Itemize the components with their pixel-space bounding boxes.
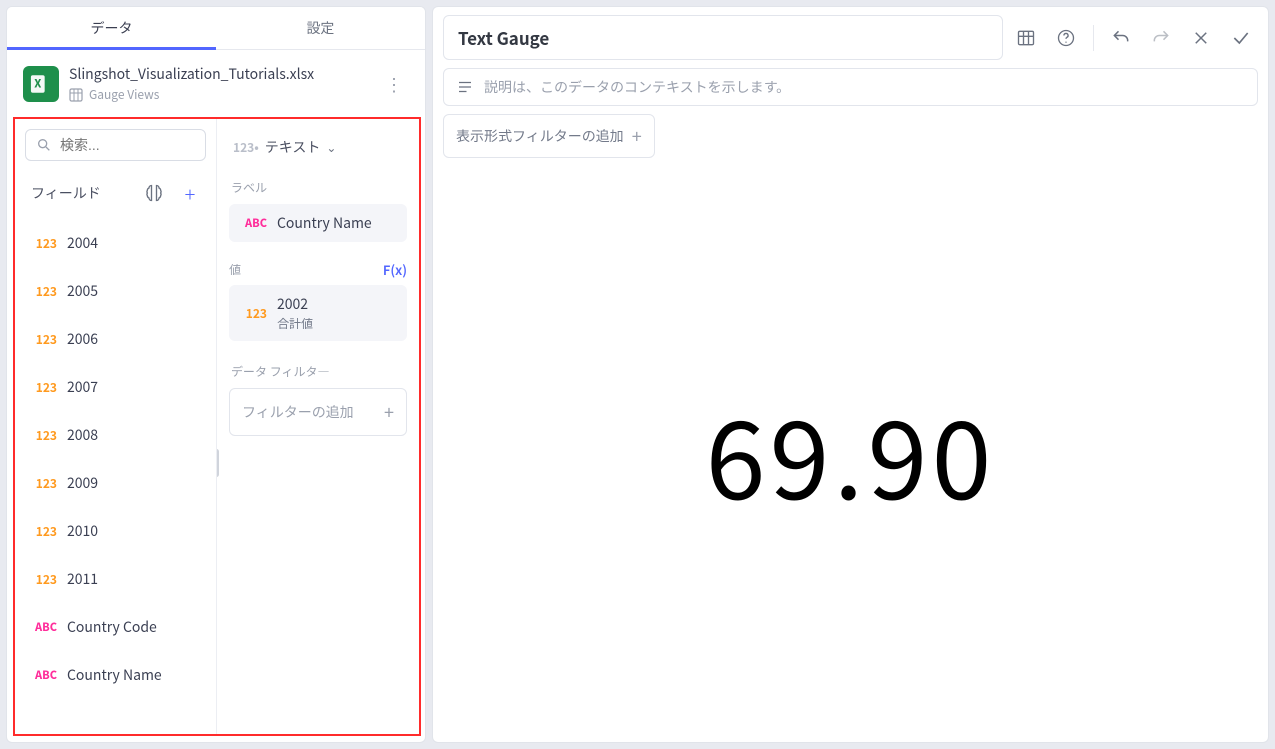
value-pill-sub: 合計値	[277, 315, 313, 332]
field-item[interactable]: 123 2008	[23, 411, 208, 459]
number-badge-icon: 123	[31, 331, 57, 348]
datasource-row: X Slingshot_Visualization_Tutorials.xlsx…	[7, 50, 425, 117]
search-icon	[36, 137, 52, 153]
svg-text:X: X	[34, 75, 41, 91]
field-item[interactable]: 123 2009	[23, 459, 208, 507]
scroll-indicator	[217, 449, 219, 477]
tab-data[interactable]: データ	[7, 7, 216, 49]
help-icon[interactable]	[1049, 21, 1083, 55]
field-item[interactable]: 123 2005	[23, 267, 208, 315]
panel-tabs: データ 設定	[7, 7, 425, 50]
number-badge-icon: 123	[31, 427, 57, 444]
number-badge-icon: 123	[241, 305, 267, 322]
viz-title-input[interactable]: Text Gauge	[443, 15, 1003, 60]
plus-icon: +	[632, 123, 642, 149]
tab-settings[interactable]: 設定	[216, 7, 425, 49]
description-placeholder: 説明は、このデータのコンテキストを示します。	[484, 77, 790, 97]
viz-selector-label: テキスト	[265, 137, 321, 157]
shelf-value-label: 値	[229, 261, 241, 278]
visualization-selector[interactable]: 123• テキスト ⌄	[229, 131, 407, 163]
confirm-icon[interactable]	[1224, 21, 1258, 55]
value-pill-text: 2002	[277, 294, 313, 314]
field-item[interactable]: 123 2011	[23, 555, 208, 603]
text-gauge-value: 69.90	[706, 375, 996, 531]
abc-badge-icon: ABC	[31, 619, 57, 635]
visualization-canvas: 69.90	[433, 164, 1268, 742]
number-badge-icon: 123	[31, 475, 57, 492]
datasource-menu-button[interactable]: ⋮	[379, 67, 409, 101]
close-icon[interactable]	[1184, 21, 1218, 55]
fx-button[interactable]: F(x)	[383, 260, 407, 279]
excel-icon: X	[23, 66, 59, 102]
field-name: 2008	[67, 425, 98, 445]
right-panel: Text Gauge 説明は、	[432, 6, 1269, 743]
brain-icon[interactable]	[140, 179, 168, 207]
number-badge-icon: 123	[31, 523, 57, 540]
field-item[interactable]: 123 2010	[23, 507, 208, 555]
abc-badge-icon: ABC	[241, 215, 267, 231]
shelves-column: 123• テキスト ⌄ ラベル ABC Country Name 値 F(x) …	[217, 119, 419, 734]
add-data-filter-label: フィルターの追加	[242, 402, 354, 422]
search-input[interactable]	[60, 137, 241, 153]
field-name: 2007	[67, 377, 98, 397]
left-panel: データ 設定 X Slingshot_Visualization_Tutoria…	[6, 6, 426, 743]
field-item[interactable]: 123 2006	[23, 315, 208, 363]
datasource-title: Slingshot_Visualization_Tutorials.xlsx	[69, 64, 369, 84]
fields-header-label: フィールド	[31, 183, 101, 203]
plus-icon: +	[384, 399, 394, 425]
topbar: Text Gauge	[433, 7, 1268, 68]
field-name: 2004	[67, 233, 98, 253]
viz-prefix-icon: 123•	[233, 139, 259, 156]
datasource-sheet-name: Gauge Views	[89, 86, 159, 103]
undo-icon[interactable]	[1104, 21, 1138, 55]
field-name: 2010	[67, 521, 98, 541]
field-item[interactable]: 123 2007	[23, 363, 208, 411]
fields-list: 123 2004 123 2005 123 2006 123 2007 123 2008 123 20…	[15, 215, 216, 734]
shelf-filter-label: データ フィルタ―	[231, 363, 405, 380]
field-name: 2005	[67, 281, 98, 301]
field-name: 2011	[67, 569, 98, 589]
field-name: 2006	[67, 329, 98, 349]
add-viz-filter-button[interactable]: 表示形式フィルターの追加 +	[443, 114, 655, 158]
add-data-filter-button[interactable]: フィルターの追加 +	[229, 388, 407, 436]
chevron-down-icon: ⌄	[326, 139, 336, 156]
number-badge-icon: 123	[31, 235, 57, 252]
field-name: Country Code	[67, 617, 157, 637]
number-badge-icon: 123	[31, 379, 57, 396]
field-name: 2009	[67, 473, 98, 493]
field-item[interactable]: 123 2004	[23, 219, 208, 267]
label-pill[interactable]: ABC Country Name	[229, 204, 407, 242]
number-badge-icon: 123	[31, 571, 57, 588]
abc-badge-icon: ABC	[31, 667, 57, 683]
description-icon	[456, 78, 474, 96]
sheet-icon	[69, 88, 83, 102]
fields-column: フィールド + 123 2004 123 2005 123 2006 123 2007 123 2…	[15, 119, 217, 734]
field-item[interactable]: ABC Country Code	[23, 603, 208, 651]
toolbar-separator	[1093, 25, 1094, 51]
fields-shelves-area: フィールド + 123 2004 123 2005 123 2006 123 2007 123 2…	[13, 117, 421, 736]
field-name: Country Name	[67, 665, 162, 685]
fields-search[interactable]	[25, 129, 206, 161]
description-input[interactable]: 説明は、このデータのコンテキストを示します。	[443, 68, 1258, 106]
table-view-icon[interactable]	[1009, 21, 1043, 55]
add-viz-filter-label: 表示形式フィルターの追加	[456, 126, 624, 146]
value-pill[interactable]: 123 2002 合計値	[229, 285, 407, 341]
field-item[interactable]: ABC Country Name	[23, 651, 208, 699]
add-field-button[interactable]: +	[176, 179, 204, 207]
number-badge-icon: 123	[31, 283, 57, 300]
label-pill-text: Country Name	[277, 213, 372, 233]
shelf-label-label: ラベル	[231, 179, 405, 196]
redo-icon[interactable]	[1144, 21, 1178, 55]
